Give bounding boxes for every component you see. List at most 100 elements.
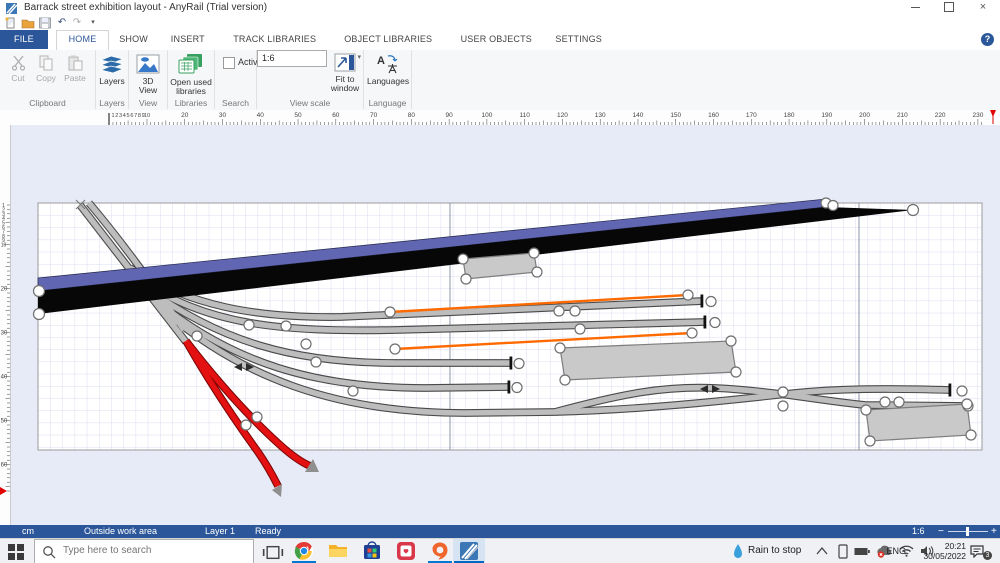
- undo-icon[interactable]: ↶: [55, 17, 69, 29]
- ribbon: Cut Copy Paste Clipboard: [0, 50, 1000, 111]
- task-view-icon[interactable]: [262, 542, 284, 563]
- svg-text:50: 50: [294, 112, 302, 119]
- zoom-in-button[interactable]: +: [991, 525, 997, 538]
- horizontal-ruler-ticks: 1234567891020304050607080901001101201301…: [0, 110, 1000, 125]
- open-used-libraries-button[interactable]: Open used libraries: [170, 53, 212, 97]
- battery-icon[interactable]: [854, 547, 870, 556]
- group-label: Layers: [96, 98, 128, 108]
- chrome-icon: [294, 541, 314, 561]
- workspace: 123456789102030405060: [0, 125, 1000, 525]
- anyrail-app-icon: [6, 3, 17, 14]
- group-label: Libraries: [168, 98, 214, 108]
- fit-to-window-icon: [334, 53, 356, 72]
- scissors-icon: [11, 55, 26, 71]
- svg-text:40: 40: [257, 112, 265, 119]
- svg-text:50: 50: [1, 419, 8, 425]
- phone-icon[interactable]: [838, 544, 848, 559]
- 3d-view-button[interactable]: 3D View: [134, 54, 162, 96]
- customize-qat-icon[interactable]: ▾: [86, 17, 100, 29]
- taskbar-app-store[interactable]: [356, 539, 388, 563]
- active-checkbox[interactable]: [223, 57, 235, 69]
- maximize-button[interactable]: [932, 0, 966, 16]
- tab-settings[interactable]: SETTINGS: [543, 30, 614, 49]
- save-icon[interactable]: [38, 17, 52, 29]
- zoom-out-button[interactable]: −: [938, 525, 944, 538]
- svg-text:A: A: [377, 55, 385, 67]
- svg-text:100: 100: [481, 112, 492, 119]
- ribbon-tab-bar: ? FILE HOMESHOWINSERTTRACK LIBRARIESOBJEC…: [0, 30, 1000, 51]
- group-clipboard: Cut Copy Paste Clipboard: [0, 50, 96, 109]
- start-button[interactable]: [8, 544, 24, 560]
- building-right: [866, 404, 971, 441]
- open-file-icon[interactable]: [21, 17, 35, 29]
- svg-text:8: 8: [138, 113, 141, 119]
- languages-icon: A: [376, 53, 400, 74]
- tray-expand-icon[interactable]: [816, 547, 828, 555]
- tab-object-libraries[interactable]: OBJECT LIBRARIES: [332, 30, 444, 49]
- svg-text:170: 170: [746, 112, 757, 119]
- tab-home[interactable]: HOME: [56, 30, 110, 51]
- svg-text:20: 20: [1, 287, 8, 293]
- 3d-view-icon: [136, 54, 160, 74]
- taskbar-app-photos[interactable]: [390, 539, 422, 563]
- tab-file[interactable]: FILE: [0, 30, 48, 49]
- status-layer[interactable]: Layer 1: [205, 525, 235, 538]
- languages-button[interactable]: A Languages: [367, 53, 408, 86]
- svg-text:70: 70: [370, 112, 378, 119]
- action-center-icon[interactable]: [970, 545, 984, 558]
- taskbar-app-explorer[interactable]: [322, 539, 354, 563]
- weather-text[interactable]: Rain to stop: [748, 539, 801, 563]
- svg-text:80: 80: [408, 112, 416, 119]
- redo-icon[interactable]: ↷: [70, 17, 84, 29]
- clock-date: 30/05/2022: [910, 551, 966, 561]
- close-button[interactable]: ×: [966, 0, 1000, 16]
- taskbar-app-chrome[interactable]: [288, 539, 320, 563]
- fit-to-window-button[interactable]: Fit to window: [329, 53, 361, 94]
- vertical-ruler-ticks: 123456789102030405060: [0, 125, 10, 525]
- help-icon[interactable]: ?: [981, 33, 994, 46]
- minimize-button[interactable]: [898, 0, 932, 16]
- group-view-scale: 1:6 ▾ Fit to window View scale: [257, 50, 364, 109]
- group-label: Language: [364, 98, 411, 108]
- search-icon: [42, 545, 56, 559]
- notification-badge: 3: [983, 551, 992, 560]
- svg-text:90: 90: [446, 112, 454, 119]
- red-app-icon: [396, 541, 416, 561]
- svg-text:160: 160: [708, 112, 719, 119]
- svg-text:190: 190: [821, 112, 832, 119]
- track-plan-canvas[interactable]: [10, 125, 1000, 525]
- layers-button[interactable]: Layers: [97, 54, 127, 86]
- svg-text:10: 10: [1, 243, 7, 249]
- taskbar-search[interactable]: [34, 539, 254, 563]
- title-bar: Barrack street exhibition layout - AnyRa…: [0, 0, 1000, 16]
- zoom-slider-handle[interactable]: [966, 527, 969, 536]
- paste-button[interactable]: Paste: [62, 55, 88, 83]
- svg-text:110: 110: [519, 112, 530, 119]
- new-file-icon[interactable]: [4, 17, 18, 29]
- anyrail-window: Barrack street exhibition layout - AnyRa…: [0, 0, 1000, 563]
- tab-track-libraries[interactable]: TRACK LIBRARIES: [221, 30, 328, 49]
- svg-text:220: 220: [935, 112, 946, 119]
- language-indicator[interactable]: ENG: [886, 539, 906, 563]
- paste-icon: [68, 55, 83, 71]
- clock[interactable]: 20:21 30/05/2022: [910, 541, 966, 561]
- svg-text:180: 180: [784, 112, 795, 119]
- status-ready: Ready: [255, 525, 281, 538]
- taskbar-app-origin[interactable]: [424, 539, 456, 563]
- view-scale-combobox[interactable]: 1:6 ▾: [257, 50, 327, 67]
- svg-text:6: 6: [130, 113, 133, 119]
- svg-text:120: 120: [557, 112, 568, 119]
- weather-icon[interactable]: [733, 543, 743, 560]
- copy-button[interactable]: Copy: [33, 55, 59, 83]
- svg-text:230: 230: [972, 112, 983, 119]
- tab-insert[interactable]: INSERT: [159, 30, 217, 49]
- search-input[interactable]: [61, 544, 245, 557]
- libraries-icon: [178, 53, 204, 75]
- group-label: View: [129, 98, 167, 108]
- taskbar-app-anyrail[interactable]: [453, 539, 485, 563]
- svg-text:7: 7: [134, 113, 137, 119]
- cut-button[interactable]: Cut: [5, 55, 31, 83]
- tab-show[interactable]: SHOW: [107, 30, 160, 49]
- tab-user-objects[interactable]: USER OBJECTS: [449, 30, 544, 49]
- svg-text:30: 30: [219, 112, 227, 119]
